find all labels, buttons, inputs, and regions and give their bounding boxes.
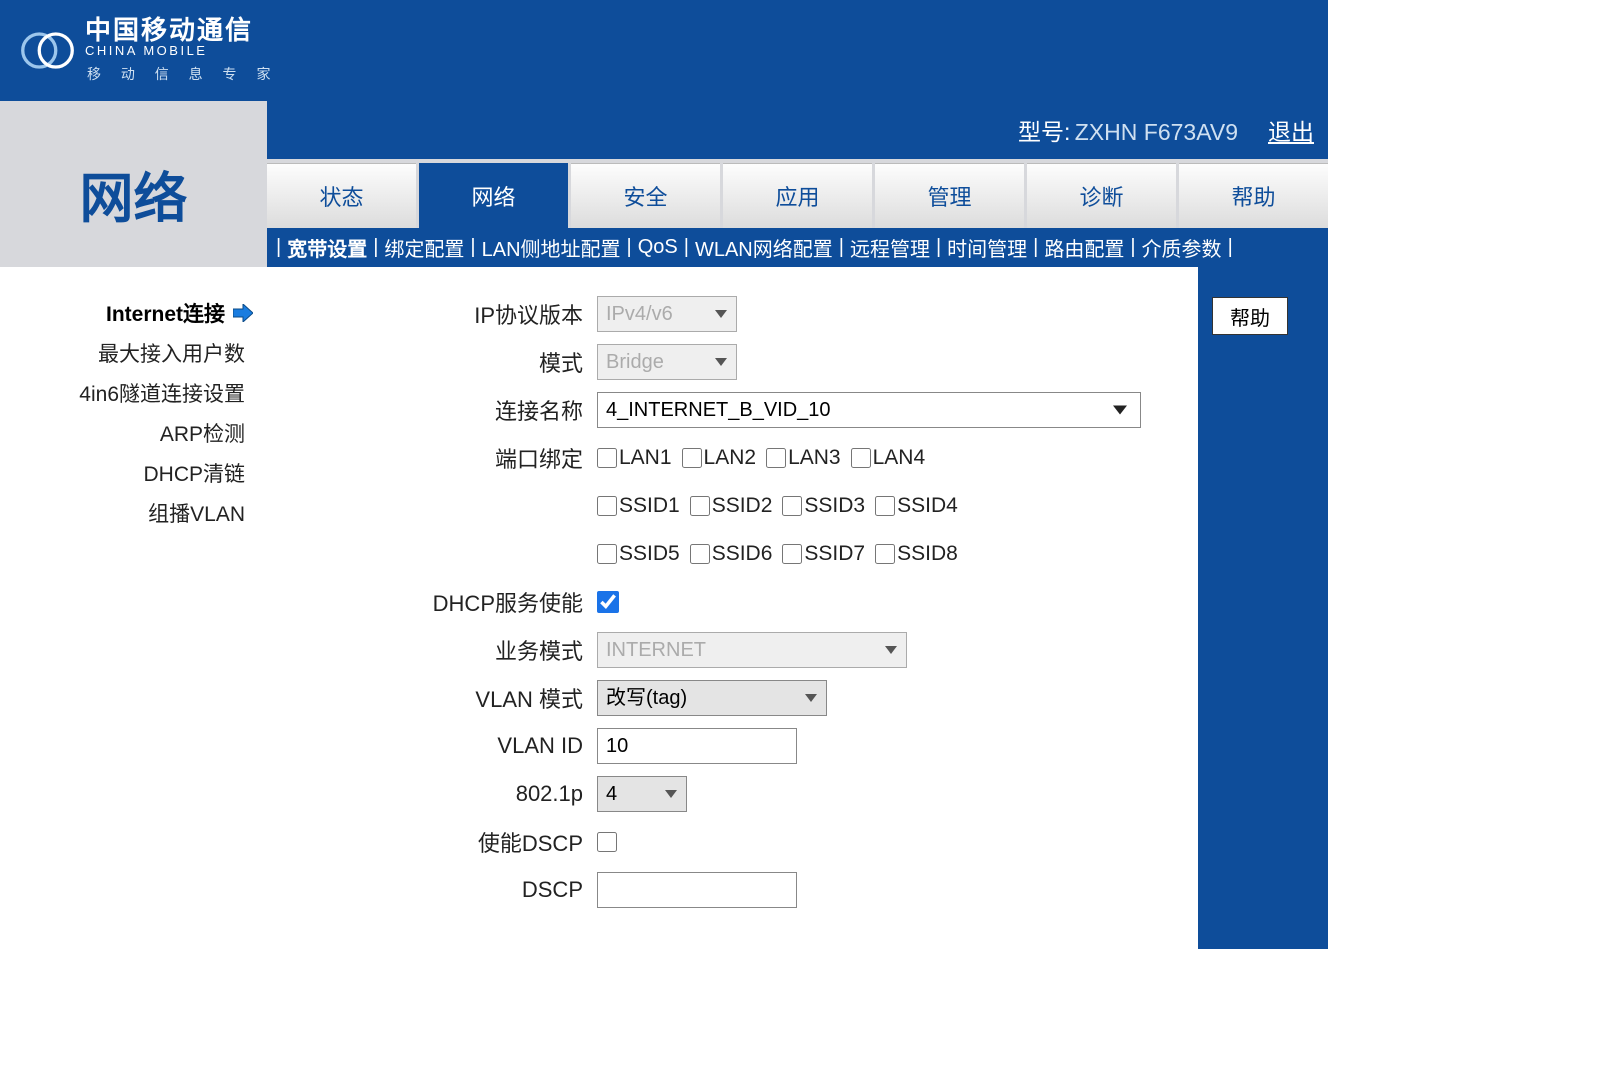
- model-label: 型号:: [1018, 119, 1070, 145]
- port-checkbox[interactable]: [875, 544, 895, 564]
- port-binding-option[interactable]: LAN2: [682, 446, 757, 470]
- conn-name-select[interactable]: 4_INTERNET_B_VID_10: [597, 392, 1141, 428]
- logo-en-text: CHINA MOBILE: [85, 43, 278, 60]
- dscp-input[interactable]: [597, 872, 797, 908]
- subnav-item[interactable]: 路由配置: [1041, 233, 1127, 262]
- dscp-enable-checkbox[interactable]: [597, 832, 617, 852]
- dscp-label: DSCP: [297, 877, 597, 903]
- sidebar-item[interactable]: 最大接入用户数: [0, 333, 267, 373]
- logo-block: 中国移动通信 CHINA MOBILE 移 动 信 息 专 家: [20, 17, 278, 84]
- port-binding-option[interactable]: SSID7: [782, 542, 865, 566]
- dscp-enable-label: 使能DSCP: [297, 826, 597, 858]
- dot1p-label: 802.1p: [297, 781, 597, 807]
- logo-sub-text: 移 动 信 息 专 家: [87, 64, 278, 84]
- vlan-id-input[interactable]: [597, 728, 797, 764]
- tab-状态[interactable]: 状态: [267, 163, 416, 228]
- conn-name-label: 连接名称: [297, 394, 597, 426]
- vlan-mode-label: VLAN 模式: [297, 682, 597, 714]
- subnav-row: |宽带设置|绑定配置|LAN侧地址配置|QoS|WLAN网络配置|远程管理|时间…: [0, 228, 1328, 267]
- tab-网络[interactable]: 网络: [419, 163, 568, 228]
- subnav-item[interactable]: 绑定配置: [381, 233, 467, 262]
- port-checkbox[interactable]: [597, 448, 617, 468]
- watermark: 知乎 @海斌: [1397, 1023, 1576, 1072]
- port-checkbox[interactable]: [782, 496, 802, 516]
- tab-诊断[interactable]: 诊断: [1027, 163, 1176, 228]
- port-checkbox[interactable]: [682, 448, 702, 468]
- port-binding-option[interactable]: SSID5: [597, 542, 680, 566]
- sidebar-item[interactable]: 4in6隧道连接设置: [0, 373, 267, 413]
- sidebar-item[interactable]: 组播VLAN: [0, 493, 267, 533]
- subnav-item[interactable]: 远程管理: [847, 233, 933, 262]
- subnav-item[interactable]: 宽带设置: [284, 233, 370, 262]
- port-binding-option[interactable]: SSID8: [875, 542, 958, 566]
- sidebar: Internet连接最大接入用户数4in6隧道连接设置ARP检测DHCP清链组播…: [0, 267, 267, 949]
- tab-安全[interactable]: 安全: [571, 163, 720, 228]
- port-binding-option[interactable]: SSID1: [597, 494, 680, 518]
- port-checkbox[interactable]: [875, 496, 895, 516]
- tab-帮助[interactable]: 帮助: [1179, 163, 1328, 228]
- page-title: 网络: [80, 154, 188, 233]
- vlan-mode-select[interactable]: 改写(tag): [597, 680, 827, 716]
- dhcp-enable-checkbox[interactable]: [597, 591, 619, 613]
- port-bind-label: 端口绑定: [297, 442, 597, 474]
- port-checkbox[interactable]: [782, 544, 802, 564]
- main-panel: 帮助 IP协议版本 IPv4/v6 模式 Bridge 连接名称 4_INTER…: [267, 267, 1328, 949]
- help-button[interactable]: 帮助: [1212, 297, 1288, 335]
- subnav-item[interactable]: QoS: [635, 236, 681, 259]
- vlan-id-label: VLAN ID: [297, 733, 597, 759]
- mode-label: 模式: [297, 346, 597, 378]
- port-checkbox[interactable]: [851, 448, 871, 468]
- ip-proto-label: IP协议版本: [297, 298, 597, 330]
- subnav-item[interactable]: 介质参数: [1139, 233, 1225, 262]
- port-binding-option[interactable]: SSID2: [690, 494, 773, 518]
- sidebar-item[interactable]: Internet连接: [0, 293, 267, 333]
- top-banner: 中国移动通信 CHINA MOBILE 移 动 信 息 专 家: [0, 0, 1328, 101]
- right-decor-strip: [1198, 267, 1328, 949]
- tab-应用[interactable]: 应用: [723, 163, 872, 228]
- tab-管理[interactable]: 管理: [875, 163, 1024, 228]
- dhcp-enable-label: DHCP服务使能: [297, 586, 597, 618]
- port-checkbox[interactable]: [690, 544, 710, 564]
- port-binding-option[interactable]: LAN3: [766, 446, 841, 470]
- logout-link[interactable]: 退出: [1268, 113, 1314, 147]
- dot1p-select[interactable]: 4: [597, 776, 687, 812]
- biz-mode-select[interactable]: INTERNET: [597, 632, 907, 668]
- port-binding-option[interactable]: SSID6: [690, 542, 773, 566]
- port-binding-option[interactable]: SSID3: [782, 494, 865, 518]
- port-checkbox[interactable]: [597, 544, 617, 564]
- sidebar-item[interactable]: DHCP清链: [0, 453, 267, 493]
- arrow-right-icon: [233, 304, 253, 322]
- logo-cn-text: 中国移动通信: [85, 17, 278, 43]
- subnav: |宽带设置|绑定配置|LAN侧地址配置|QoS|WLAN网络配置|远程管理|时间…: [267, 228, 1328, 267]
- port-binding-option[interactable]: SSID4: [875, 494, 958, 518]
- port-checkbox[interactable]: [690, 496, 710, 516]
- subnav-item[interactable]: WLAN网络配置: [692, 233, 836, 262]
- subnav-item[interactable]: 时间管理: [944, 233, 1030, 262]
- biz-mode-label: 业务模式: [297, 634, 597, 666]
- model-value: ZXHN F673AV9: [1075, 119, 1238, 145]
- model-row: 型号: ZXHN F673AV9 退出: [0, 101, 1328, 159]
- nav-row: 网络 状态网络安全应用管理诊断帮助: [0, 159, 1328, 228]
- ip-proto-select[interactable]: IPv4/v6: [597, 296, 737, 332]
- port-checkbox[interactable]: [597, 496, 617, 516]
- port-checkbox[interactable]: [766, 448, 786, 468]
- subnav-item[interactable]: LAN侧地址配置: [479, 233, 624, 262]
- mode-select[interactable]: Bridge: [597, 344, 737, 380]
- sidebar-item[interactable]: ARP检测: [0, 413, 267, 453]
- china-mobile-logo-icon: [20, 23, 75, 78]
- port-binding-option[interactable]: LAN1: [597, 446, 672, 470]
- port-binding-option[interactable]: LAN4: [851, 446, 926, 470]
